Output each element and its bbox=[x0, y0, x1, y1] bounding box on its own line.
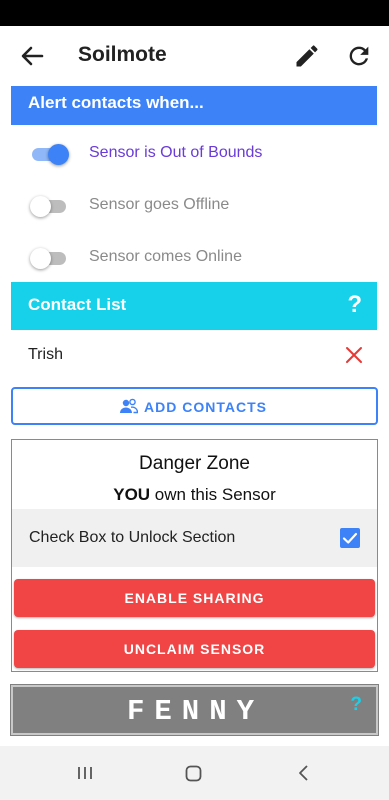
danger-zone-title: Danger Zone bbox=[139, 453, 250, 474]
fenny-word: FENNY bbox=[126, 695, 264, 728]
toggle-label-online: Sensor comes Online bbox=[89, 248, 242, 265]
back-nav-icon[interactable] bbox=[297, 765, 309, 781]
owner-text: own this Sensor bbox=[150, 485, 276, 504]
toggle-knob bbox=[48, 144, 69, 165]
list-item: Trish bbox=[11, 338, 377, 374]
refresh-icon[interactable] bbox=[345, 42, 373, 70]
toggle-row-online[interactable]: Sensor comes Online bbox=[0, 237, 389, 277]
toggle-label-out-of-bounds: Sensor is Out of Bounds bbox=[89, 144, 263, 161]
contact-list-help-icon[interactable]: ? bbox=[347, 291, 362, 319]
arrow-left-icon[interactable] bbox=[18, 42, 46, 70]
fenny-banner: FENNY ? bbox=[10, 684, 379, 736]
owner-line: YOU own this Sensor bbox=[12, 485, 377, 505]
page-title: Soilmote bbox=[78, 43, 167, 66]
add-contacts-button[interactable]: ADD CONTACTS bbox=[11, 387, 378, 425]
fenny-help-icon[interactable]: ? bbox=[350, 694, 362, 716]
danger-zone: Danger Zone YOU own this Sensor Check Bo… bbox=[11, 439, 378, 672]
add-contacts-label: ADD CONTACTS bbox=[144, 399, 267, 415]
toggle-row-offline[interactable]: Sensor goes Offline bbox=[0, 185, 389, 225]
contact-list-title: Contact List bbox=[28, 295, 127, 314]
recent-apps-icon[interactable] bbox=[77, 766, 93, 780]
status-bar bbox=[0, 0, 389, 26]
out-of-bounds-toggle[interactable] bbox=[30, 143, 70, 165]
contact-list-header: Contact List ? bbox=[11, 282, 377, 330]
sensor-settings-content: Alert contacts when... Sensor is Out of … bbox=[0, 86, 389, 746]
app-bar: Soilmote bbox=[0, 26, 389, 86]
alert-contacts-header: Alert contacts when... bbox=[11, 86, 377, 125]
close-icon[interactable] bbox=[345, 346, 363, 364]
group-add-icon bbox=[120, 398, 138, 414]
unlock-row[interactable]: Check Box to Unlock Section bbox=[12, 509, 377, 567]
toggle-knob bbox=[30, 248, 51, 269]
unlock-label: Check Box to Unlock Section bbox=[29, 529, 236, 546]
online-toggle[interactable] bbox=[30, 247, 70, 269]
pencil-icon[interactable] bbox=[293, 42, 321, 70]
unclaim-sensor-button[interactable]: UNCLAIM SENSOR bbox=[14, 630, 375, 668]
system-nav-bar bbox=[0, 746, 389, 800]
toggle-knob bbox=[30, 196, 51, 217]
offline-toggle[interactable] bbox=[30, 195, 70, 217]
toggle-row-out-of-bounds[interactable]: Sensor is Out of Bounds bbox=[0, 133, 389, 173]
contact-name: Trish bbox=[28, 346, 63, 363]
owner-emphasis: YOU bbox=[113, 485, 151, 504]
unlock-checkbox[interactable] bbox=[340, 528, 360, 548]
enable-sharing-button[interactable]: ENABLE SHARING bbox=[14, 579, 375, 617]
home-icon[interactable] bbox=[185, 765, 202, 782]
toggle-label-offline: Sensor goes Offline bbox=[89, 196, 230, 213]
